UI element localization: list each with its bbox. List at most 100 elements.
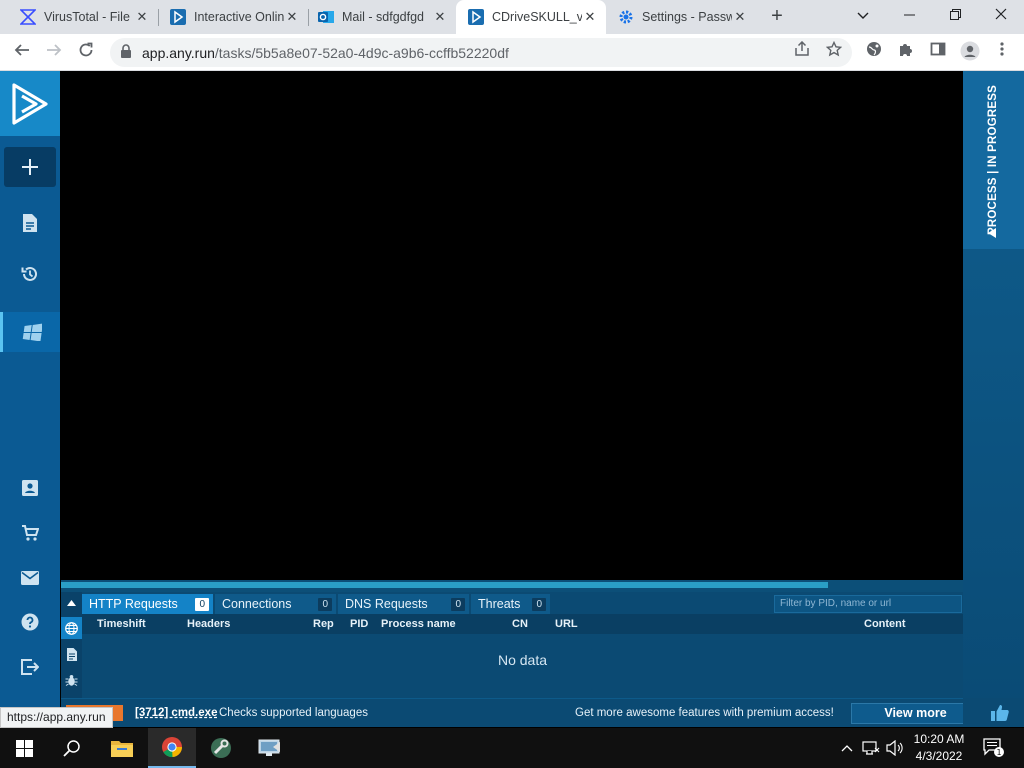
network-panel: HTTP Requests 0 Connections 0 DNS Reques… <box>61 592 963 698</box>
profile-avatar-icon[interactable] <box>958 41 982 65</box>
network-status-icon[interactable] <box>860 728 882 768</box>
windows-os-icon[interactable] <box>0 312 60 352</box>
close-tab-icon[interactable]: ✕ <box>134 9 150 25</box>
search-icon[interactable] <box>48 728 96 768</box>
close-tab-icon[interactable]: ✕ <box>582 9 598 25</box>
tab-dns-requests[interactable]: DNS Requests 0 <box>338 594 469 614</box>
extensions-puzzle-icon[interactable] <box>894 41 918 65</box>
column-content[interactable]: Content <box>864 618 906 630</box>
history-icon[interactable] <box>0 257 60 291</box>
close-tab-icon[interactable]: ✕ <box>432 9 448 25</box>
bookmark-star-icon[interactable] <box>822 40 846 65</box>
process-panel: PROCESS | IN PROGRESS <box>963 71 1024 727</box>
column-cn[interactable]: CN <box>512 618 528 630</box>
tab-mail[interactable]: Mail - sdfgdfgd ✕ <box>298 0 456 34</box>
tray-overflow-chevron-icon[interactable] <box>838 728 856 768</box>
tab-title: Mail - sdfgdfgd <box>342 10 424 24</box>
outlook-icon <box>318 9 334 25</box>
back-button[interactable] <box>10 41 34 65</box>
new-task-button[interactable] <box>4 147 56 187</box>
network-globe-icon[interactable] <box>61 617 82 639</box>
column-timeshift[interactable]: Timeshift <box>97 618 146 630</box>
premium-promo-text: Get more awesome features with premium a… <box>575 707 834 719</box>
system-clock[interactable]: 10:20 AM 4/3/2022 <box>903 731 975 765</box>
debug-bug-icon[interactable] <box>61 669 82 691</box>
file-explorer-icon[interactable] <box>98 728 146 768</box>
tab-title: Interactive Onlin <box>194 10 284 24</box>
tab-title: Settings - Passw <box>642 10 732 24</box>
files-document-icon[interactable] <box>61 643 82 665</box>
anyrun-icon <box>468 9 484 25</box>
tab-count-badge: 0 <box>195 597 209 611</box>
tab-interactive-online[interactable]: Interactive Onlin ✕ <box>150 0 308 34</box>
process-panel-label: PROCESS | IN PROGRESS <box>987 85 1000 235</box>
help-icon[interactable] <box>0 605 60 639</box>
anyrun-logo[interactable] <box>0 71 60 136</box>
no-data-message: No data <box>497 652 548 668</box>
tab-label: DNS Requests <box>345 597 428 611</box>
tab-cdriveskull[interactable]: CDriveSKULL_v2 ✕ <box>456 0 606 34</box>
utility-app-icon[interactable] <box>197 728 245 768</box>
triangle-left-icon <box>987 227 997 242</box>
reports-document-icon[interactable] <box>0 206 60 240</box>
windows-taskbar: 10:20 AM 4/3/2022 1 <box>0 728 1024 768</box>
tab-connections[interactable]: Connections 0 <box>215 594 336 614</box>
task-progress-fill <box>61 582 828 588</box>
action-center-icon[interactable]: 1 <box>980 728 1008 768</box>
clock-time: 10:20 AM <box>913 732 965 746</box>
notification-count: 1 <box>996 748 1001 757</box>
filter-input[interactable]: Filter by PID, name or url <box>774 595 962 613</box>
column-process-name[interactable]: Process name <box>381 618 456 630</box>
process-panel-label-box: PROCESS | IN PROGRESS <box>981 85 1005 235</box>
column-url[interactable]: URL <box>555 618 578 630</box>
status-bar: [3712] cmd.exe Checks supported language… <box>61 698 980 727</box>
share-icon[interactable] <box>790 40 814 65</box>
collapse-panel-icon[interactable] <box>61 592 82 614</box>
gear-icon <box>618 9 634 25</box>
side-panel-icon[interactable] <box>926 41 950 65</box>
column-rep[interactable]: Rep <box>313 618 334 630</box>
column-headers[interactable]: Headers <box>187 618 230 630</box>
link-status-tooltip: https://app.any.run <box>0 707 113 728</box>
mail-icon[interactable] <box>0 561 60 595</box>
chrome-taskbar-icon[interactable] <box>148 728 196 768</box>
url-path: /tasks/5b5a8e07-52a0-4d9c-a9b6-ccffb5222… <box>214 44 509 61</box>
vm-screen[interactable] <box>61 71 963 579</box>
extension-globe-icon[interactable] <box>862 41 886 65</box>
tab-settings[interactable]: Settings - Passw ✕ <box>606 0 756 34</box>
address-bar[interactable]: app.any.run/tasks/5b5a8e07-52a0-4d9c-a9b… <box>110 38 852 67</box>
forward-button[interactable] <box>42 41 66 65</box>
column-pid[interactable]: PID <box>350 618 368 630</box>
tab-virustotal[interactable]: VirusTotal - File ✕ <box>0 0 158 34</box>
close-window-button[interactable] <box>978 0 1024 30</box>
restore-button[interactable] <box>932 0 978 30</box>
cart-icon[interactable] <box>0 516 60 550</box>
status-process[interactable]: [3712] cmd.exe <box>135 707 217 719</box>
profile-card-icon[interactable] <box>0 471 60 505</box>
virustotal-icon <box>20 9 36 25</box>
process-panel-toggle[interactable]: PROCESS | IN PROGRESS <box>963 71 1024 249</box>
tab-count-badge: 0 <box>318 597 332 611</box>
view-more-button[interactable]: View more <box>851 703 980 724</box>
tab-threats[interactable]: Threats 0 <box>471 594 550 614</box>
reload-button[interactable] <box>74 41 98 65</box>
url-host: app.any.run <box>142 44 215 61</box>
tab-strip: VirusTotal - File ✕ Interactive Onlin ✕ … <box>0 0 1024 34</box>
more-menu-icon[interactable] <box>990 41 1014 65</box>
new-tab-button[interactable]: + <box>766 5 788 27</box>
task-progress-bar <box>61 580 963 592</box>
logout-icon[interactable] <box>0 650 60 684</box>
remote-desktop-icon[interactable] <box>246 728 294 768</box>
start-button[interactable] <box>0 728 48 768</box>
tab-http-requests[interactable]: HTTP Requests 0 <box>82 594 213 614</box>
minimize-button[interactable] <box>886 0 932 30</box>
lock-icon[interactable] <box>120 44 134 61</box>
tab-label: Connections <box>222 597 292 611</box>
thumbs-up-icon[interactable] <box>991 704 1009 724</box>
clock-date: 4/3/2022 <box>915 749 963 763</box>
table-header: Timeshift Headers Rep PID Process name C… <box>82 614 963 634</box>
close-tab-icon[interactable]: ✕ <box>732 9 748 25</box>
tab-count-badge: 0 <box>532 597 546 611</box>
tab-search-button[interactable] <box>840 0 886 30</box>
network-tabs: HTTP Requests 0 Connections 0 DNS Reques… <box>82 594 552 614</box>
